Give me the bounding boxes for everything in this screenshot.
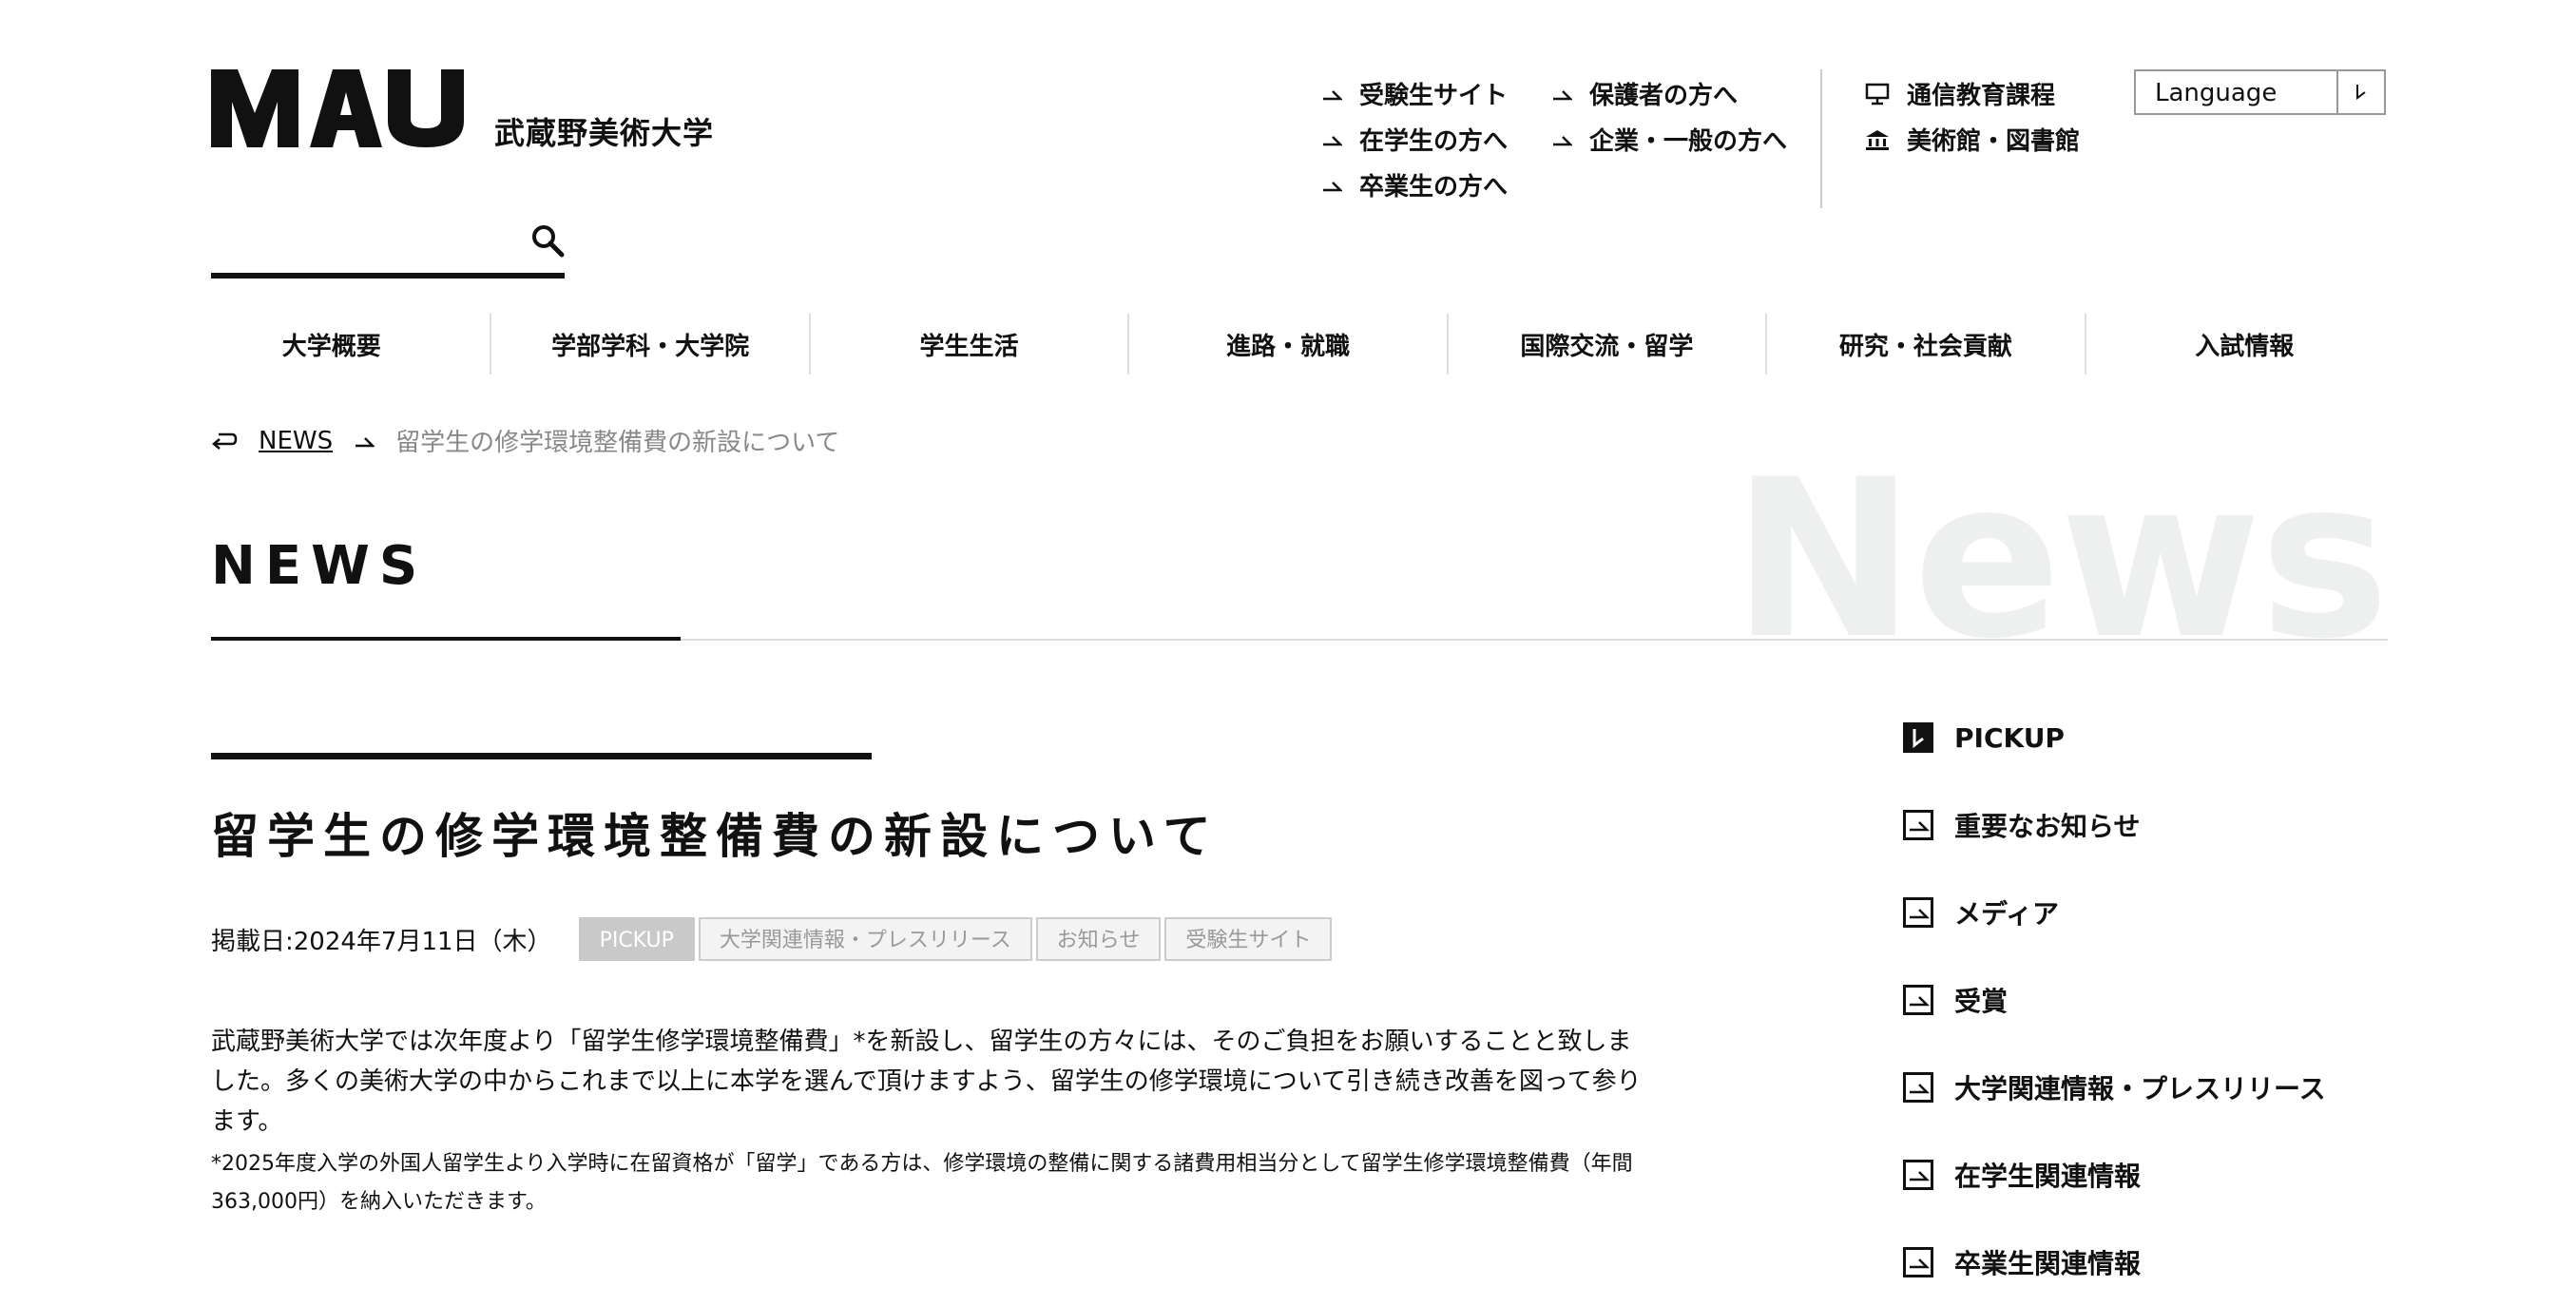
sidebar-item-alumni-info[interactable]: 卒業生関連情報 [1903,1219,2386,1306]
sidebar-item-label: 大学関連情報・プレスリリース [1954,1073,2326,1104]
article-body: 武蔵野美術大学では次年度より「留学生修学環境整備費」*を新設し、留学生の方々には… [211,1028,1642,1136]
nav-student-life[interactable]: 学生生活 [808,314,1127,375]
tag-notice[interactable]: お知らせ [1035,917,1162,961]
sidebar-item-label: メディア [1954,898,2060,930]
section-bg-word: News [1732,433,2390,687]
article-date: 掲載日:2024年7月11日（木） [211,927,552,956]
util-link-students[interactable]: 在学生の方へ [1321,122,1508,157]
language-label: Language [2155,79,2278,107]
nav-research[interactable]: 研究・社会貢献 [1765,314,2084,375]
article-title-bar [211,753,872,759]
breadcrumb: NEWS 留学生の修学環境整備費の新設について [211,423,839,458]
category-arrow-icon [1903,1247,1933,1277]
category-arrow-icon [1903,985,1933,1015]
category-arrow-icon [1903,810,1933,840]
util-link-label: 美術館・図書館 [1907,127,2081,156]
util-link-label: 在学生の方へ [1359,127,1509,156]
article-meta: 掲載日:2024年7月11日（木） PICKUP 大学関連情報・プレスリリース … [211,917,1336,961]
nav-international[interactable]: 国際交流・留学 [1446,314,1765,375]
category-sidebar: PICKUP 重要なお知らせ メディア 受賞 大学関連情報・プレスリリース 在学… [1903,694,2386,1306]
util-link-label: 卒業生の方へ [1359,173,1509,202]
monitor-icon [1865,83,1890,105]
section-rule-accent [211,637,681,641]
language-toggle[interactable] [2336,71,2384,113]
util-link-label: 保護者の方へ [1589,82,1739,110]
arrow-icon [1553,89,1572,100]
sidebar-item-media[interactable]: メディア [1903,869,2386,956]
museum-icon [1866,129,1889,150]
util-link-business[interactable]: 企業・一般の方へ [1551,122,1787,157]
language-select[interactable]: Language [2134,69,2386,115]
nav-faculties[interactable]: 学部学科・大学院 [490,314,808,375]
sidebar-item-label: 卒業生関連情報 [1954,1248,2142,1279]
sidebar-item-label: 重要なお知らせ [1954,811,2141,842]
search-box [211,214,565,278]
down-arrow-icon [2356,85,2366,100]
util-link-parents[interactable]: 保護者の方へ [1551,76,1738,111]
global-nav: 大学概要 学部学科・大学院 学生生活 進路・就職 国際交流・留学 研究・社会貢献… [173,314,2403,375]
sidebar-item-important[interactable]: 重要なお知らせ [1903,781,2386,869]
nav-admissions[interactable]: 入試情報 [2084,314,2403,375]
tag-applicants-site[interactable]: 受験生サイト [1164,917,1333,961]
sidebar-item-label: 在学生関連情報 [1954,1161,2142,1192]
nav-about[interactable]: 大学概要 [173,314,490,375]
article-note: *2025年度入学の外国人留学生より入学時に在留資格が「留学」である方は、修学環… [211,1152,1633,1214]
sidebar-item-pickup[interactable]: PICKUP [1903,694,2386,781]
arrow-icon [1323,89,1342,100]
arrow-icon [356,436,375,447]
mau-logo-mark [211,69,464,147]
tag-press-release[interactable]: 大学関連情報・プレスリリース [698,917,1032,961]
sidebar-item-label: PICKUP [1954,721,2065,754]
section-title: NEWS [211,535,428,597]
breadcrumb-news-link[interactable]: NEWS [259,427,333,455]
util-link-label: 通信教育課程 [1907,82,2056,110]
util-link-applicants[interactable]: 受験生サイト [1321,76,1508,111]
breadcrumb-current: 留学生の修学環境整備費の新設について [395,429,840,457]
search-icon[interactable] [530,223,565,258]
category-arrow-icon [1903,897,1933,928]
category-arrow-icon [1903,1160,1933,1190]
sidebar-item-students-info[interactable]: 在学生関連情報 [1903,1131,2386,1219]
arrow-icon [1323,135,1342,145]
category-active-icon [1903,722,1933,753]
util-link-label: 企業・一般の方へ [1589,127,1788,156]
arrow-icon [1323,181,1342,191]
sidebar-item-label: 受賞 [1954,986,2009,1017]
article-title: 留学生の修学環境整備費の新設について [211,809,1220,864]
mau-logo[interactable] [211,69,464,147]
util-link-correspondence[interactable]: 通信教育課程 [1865,76,2055,111]
university-name: 武蔵野美術大学 [494,115,715,151]
util-link-museum-library[interactable]: 美術館・図書館 [1865,122,2080,157]
sidebar-item-awards[interactable]: 受賞 [1903,956,2386,1044]
category-arrow-icon [1903,1072,1933,1103]
return-icon[interactable] [211,431,238,451]
util-link-alumni[interactable]: 卒業生の方へ [1321,167,1508,202]
search-input[interactable] [211,214,519,273]
tag-pickup[interactable]: PICKUP [578,917,695,961]
util-link-label: 受験生サイト [1359,82,1509,110]
nav-careers[interactable]: 進路・就職 [1127,314,1446,375]
sidebar-item-press-release[interactable]: 大学関連情報・プレスリリース [1903,1044,2386,1131]
arrow-icon [1553,135,1572,145]
header-divider [1820,69,1822,208]
